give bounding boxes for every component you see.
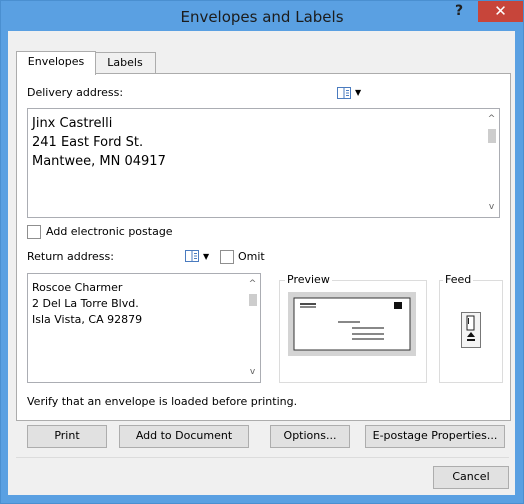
feed-tray-icon[interactable] — [461, 312, 481, 352]
return-line-3: Isla Vista, CA 92879 — [32, 313, 143, 326]
omit-checkbox[interactable] — [220, 250, 234, 264]
cancel-button-label: Cancel — [452, 470, 490, 483]
electronic-postage-checkbox[interactable] — [27, 225, 41, 239]
e-postage-properties-button[interactable]: E-postage Properties... — [365, 425, 505, 448]
window-title: Envelopes and Labels — [180, 8, 344, 26]
tab-labels[interactable]: Labels — [94, 52, 156, 75]
close-button[interactable]: ✕ — [478, 1, 523, 22]
delivery-address-field[interactable]: Jinx Castrelli 241 East Ford St. Mantwee… — [27, 108, 500, 218]
return-address-label: Return address: — [27, 250, 114, 263]
tab-labels-label: Labels — [107, 56, 143, 69]
delivery-line-1: Jinx Castrelli — [32, 116, 113, 131]
address-book-icon[interactable] — [185, 250, 199, 262]
scroll-down-arrow-icon[interactable]: v — [247, 367, 258, 377]
title-bar[interactable]: Envelopes and Labels ? ✕ — [1, 1, 523, 31]
envelopes-panel: Delivery address: ▼ Jinx Castrelli 241 E… — [16, 73, 511, 421]
preview-label: Preview — [285, 273, 332, 286]
feed-label: Feed — [443, 273, 474, 286]
print-button[interactable]: Print — [27, 425, 107, 448]
e-postage-properties-label: E-postage Properties... — [372, 429, 498, 442]
add-to-document-label: Add to Document — [135, 429, 233, 442]
return-line-2: 2 Del La Torre Blvd. — [32, 297, 139, 310]
return-address-field[interactable]: Roscoe Charmer 2 Del La Torre Blvd. Isla… — [27, 273, 261, 383]
delivery-line-3: Mantwee, MN 04917 — [32, 154, 166, 169]
scroll-up-arrow-icon[interactable]: ^ — [486, 114, 497, 124]
print-button-label: Print — [54, 429, 80, 442]
return-line-1: Roscoe Charmer — [32, 281, 123, 294]
cancel-button[interactable]: Cancel — [433, 466, 509, 489]
options-button-label: Options... — [283, 429, 337, 442]
dialog-body: Envelopes Labels Delivery address: ▼ Jin… — [8, 31, 515, 495]
envelopes-labels-dialog: Envelopes and Labels ? ✕ Envelopes Label… — [0, 0, 524, 504]
scroll-down-arrow-icon[interactable]: v — [486, 202, 497, 212]
return-scrollbar[interactable]: ^ v — [245, 274, 260, 382]
address-book-icon[interactable] — [337, 87, 351, 99]
tab-envelopes[interactable]: Envelopes — [16, 51, 96, 75]
footer-divider — [16, 457, 509, 458]
chevron-down-icon[interactable]: ▼ — [203, 252, 209, 261]
add-to-document-button[interactable]: Add to Document — [119, 425, 249, 448]
delivery-address-label: Delivery address: — [27, 86, 124, 99]
tab-envelopes-label: Envelopes — [27, 55, 85, 68]
help-button[interactable]: ? — [448, 3, 470, 23]
envelope-preview-icon[interactable] — [288, 292, 416, 356]
scroll-thumb[interactable] — [249, 294, 257, 306]
scroll-thumb[interactable] — [488, 129, 496, 143]
delivery-line-2: 241 East Ford St. — [32, 135, 144, 150]
options-button[interactable]: Options... — [270, 425, 350, 448]
scroll-up-arrow-icon[interactable]: ^ — [247, 279, 258, 289]
delivery-scrollbar[interactable]: ^ v — [484, 109, 499, 217]
chevron-down-icon[interactable]: ▼ — [355, 88, 361, 97]
electronic-postage-label: Add electronic postage — [46, 225, 173, 238]
verify-envelope-text: Verify that an envelope is loaded before… — [27, 395, 298, 408]
omit-label: Omit — [238, 250, 265, 263]
